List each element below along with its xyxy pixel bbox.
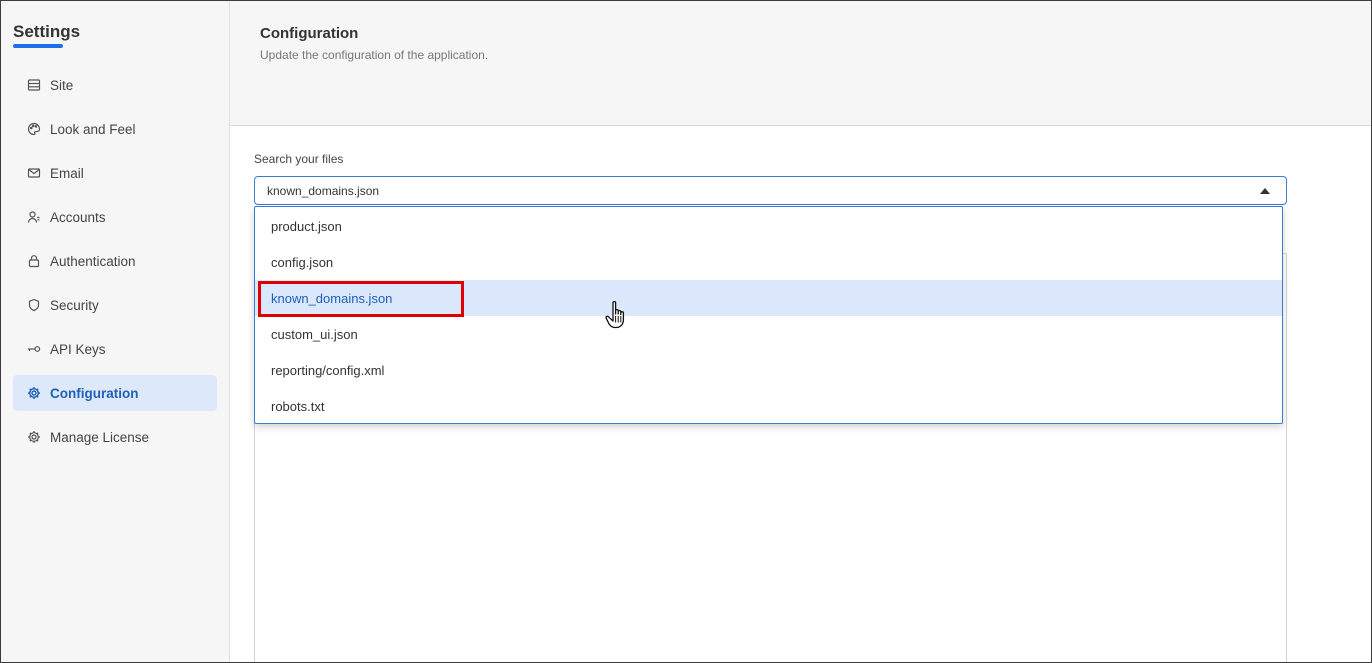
- sidebar-item-label: API Keys: [50, 341, 106, 357]
- file-select-value: known_domains.json: [267, 183, 380, 198]
- dropdown-option-label: product.json: [271, 218, 342, 234]
- site-icon: [27, 78, 41, 92]
- sidebar-item-look-and-feel[interactable]: Look and Feel: [13, 111, 217, 147]
- dropdown-option[interactable]: product.json: [255, 208, 1282, 244]
- file-select-dropdown: product.json config.json known_domains.j…: [254, 206, 1283, 424]
- sidebar-item-accounts[interactable]: Accounts: [13, 199, 217, 235]
- sidebar-item-label: Configuration: [50, 385, 139, 401]
- dropdown-option[interactable]: robots.txt: [255, 388, 1282, 424]
- hand-cursor-icon: [605, 300, 625, 329]
- dropdown-option[interactable]: config.json: [255, 244, 1282, 280]
- sidebar-item-label: Authentication: [50, 253, 136, 269]
- sidebar-item-site[interactable]: Site: [13, 67, 217, 103]
- key-icon: [27, 342, 41, 356]
- dropdown-option-label: reporting/config.xml: [271, 362, 385, 378]
- settings-nav: Site Look and Feel Email Accounts Authen…: [13, 67, 217, 463]
- mail-icon: [27, 166, 41, 180]
- sidebar-item-email[interactable]: Email: [13, 155, 217, 191]
- sidebar-item-manage-license[interactable]: Manage License: [13, 419, 217, 455]
- file-select[interactable]: known_domains.json: [254, 176, 1287, 205]
- page-header: Configuration Update the configuration o…: [230, 1, 1371, 126]
- shield-icon: [27, 298, 41, 312]
- sidebar-title: Settings: [13, 22, 81, 41]
- lock-icon: [27, 254, 41, 268]
- license-icon: [27, 430, 41, 444]
- dropdown-option-label: config.json: [271, 254, 334, 270]
- palette-icon: [27, 122, 41, 136]
- page-title: Configuration: [260, 25, 359, 42]
- sidebar-item-api-keys[interactable]: API Keys: [13, 331, 217, 367]
- dropdown-option-label: known_domains.json: [271, 290, 393, 306]
- gear-icon: [27, 386, 41, 400]
- sidebar-item-label: Security: [50, 297, 99, 313]
- sidebar-item-label: Site: [50, 77, 74, 93]
- dropdown-option-label: robots.txt: [271, 398, 325, 414]
- accounts-icon: [27, 210, 41, 224]
- app-window: Settings Site Look and Feel Email Accoun…: [0, 0, 1372, 663]
- sidebar-title-underline: [13, 44, 63, 48]
- settings-sidebar: Settings Site Look and Feel Email Accoun…: [1, 1, 230, 662]
- sidebar-item-authentication[interactable]: Authentication: [13, 243, 217, 279]
- dropdown-option[interactable]: custom_ui.json: [255, 316, 1282, 352]
- sidebar-item-label: Look and Feel: [50, 121, 136, 137]
- file-search-label: Search your files: [254, 152, 344, 166]
- caret-up-icon[interactable]: [1260, 188, 1270, 194]
- dropdown-option-label: custom_ui.json: [271, 326, 358, 342]
- sidebar-item-label: Manage License: [50, 429, 150, 445]
- dropdown-option[interactable]: reporting/config.xml: [255, 352, 1282, 388]
- sidebar-item-label: Accounts: [50, 209, 106, 225]
- dropdown-option-highlighted[interactable]: known_domains.json: [255, 280, 1282, 317]
- page-subtitle: Update the configuration of the applicat…: [260, 48, 489, 62]
- sidebar-item-security[interactable]: Security: [13, 287, 217, 323]
- sidebar-item-label: Email: [50, 165, 84, 181]
- sidebar-item-configuration[interactable]: Configuration: [13, 375, 217, 411]
